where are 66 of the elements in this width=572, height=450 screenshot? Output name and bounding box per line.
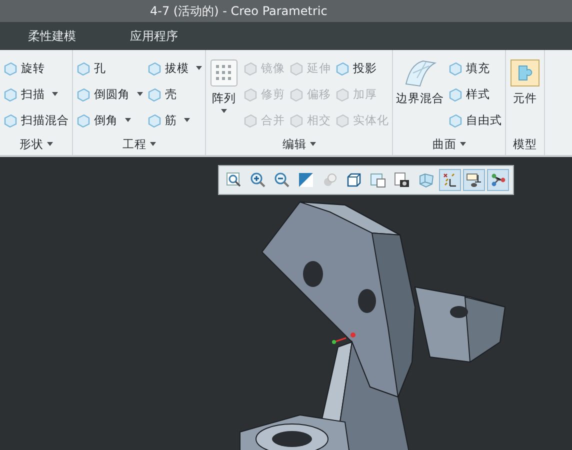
ribbon-button[interactable]: 倒圆角: [76, 84, 143, 104]
spheres-icon: [322, 172, 338, 188]
camera-icon: [394, 172, 410, 188]
ribbon-button[interactable]: 扫描混合: [3, 110, 69, 130]
feature-icon: [76, 60, 91, 76]
feature-icon: [147, 86, 162, 102]
feature-icon: [289, 60, 304, 76]
window-title: 4-7 (活动的) - Creo Parametric: [150, 2, 328, 20]
dropdown-caret-icon[interactable]: [196, 66, 202, 70]
feature-icon: [448, 60, 463, 76]
ribbon-button[interactable]: 旋转: [3, 58, 69, 78]
group-menu[interactable]: 工程: [76, 133, 202, 155]
feature-icon: [335, 112, 350, 128]
zoom-in-icon: [250, 172, 266, 188]
group-menu[interactable]: 编辑: [209, 133, 389, 155]
large-ribbon-button[interactable]: 边界混合: [396, 54, 444, 133]
feature-icon: [448, 86, 463, 102]
dropdown-caret-icon[interactable]: [221, 109, 227, 113]
large-ribbon-button[interactable]: 阵列: [209, 54, 239, 133]
ribbon-button[interactable]: 扫描: [3, 84, 69, 104]
ribbon-button[interactable]: 孔: [76, 58, 143, 78]
ribbon-button[interactable]: 自由式: [448, 110, 502, 130]
feature-icon: [335, 86, 350, 102]
ribbon-button[interactable]: 筋: [147, 110, 202, 130]
cube-icon: [346, 172, 362, 188]
ribbon-button[interactable]: 倒角: [76, 110, 143, 130]
toolbar-button[interactable]: [463, 169, 485, 191]
dropdown-caret-icon[interactable]: [184, 118, 190, 122]
surface-icon: [403, 58, 437, 88]
feature-icon: [335, 60, 350, 76]
feature-icon: [289, 112, 304, 128]
grid-pattern-icon: [209, 58, 239, 88]
dropdown-caret-icon[interactable]: [125, 118, 131, 122]
feature-icon: [76, 86, 91, 102]
feature-icon: [3, 112, 18, 128]
zoom-out-icon: [274, 172, 290, 188]
feature-icon: [147, 60, 162, 76]
large-ribbon-button[interactable]: 元件: [509, 54, 541, 133]
ribbon-button[interactable]: 投影: [335, 58, 389, 78]
feature-icon: [76, 112, 91, 128]
zoom-fit-icon: [226, 172, 242, 188]
feature-icon: [448, 112, 463, 128]
feature-icon: [147, 112, 162, 128]
feature-icon: [243, 86, 258, 102]
toolbar-button[interactable]: [439, 169, 461, 191]
puzzle-icon: [509, 58, 541, 88]
feature-icon: [243, 60, 258, 76]
ribbon-button[interactable]: 拔模: [147, 58, 202, 78]
dropdown-caret-icon[interactable]: [137, 92, 143, 96]
feature-icon: [3, 86, 18, 102]
group-menu[interactable]: 形状: [3, 133, 69, 155]
ribbon-tab[interactable]: 柔性建模: [22, 24, 82, 48]
feature-icon: [243, 112, 258, 128]
ribbon-button[interactable]: 填充: [448, 58, 502, 78]
dropdown-caret-icon[interactable]: [52, 92, 58, 96]
feature-icon: [3, 60, 18, 76]
ribbon-tab[interactable]: 应用程序: [124, 24, 184, 48]
wireframe-box-icon: [418, 172, 434, 188]
group-menu[interactable]: 模型: [509, 133, 541, 155]
ribbon-button[interactable]: 壳: [147, 84, 202, 104]
toolbar-button[interactable]: [487, 169, 509, 191]
node-graph-icon: [490, 172, 506, 188]
group-menu[interactable]: 曲面: [396, 133, 502, 155]
cube-views-icon: [370, 172, 386, 188]
feature-icon: [289, 86, 304, 102]
ribbon-button[interactable]: 样式: [448, 84, 502, 104]
